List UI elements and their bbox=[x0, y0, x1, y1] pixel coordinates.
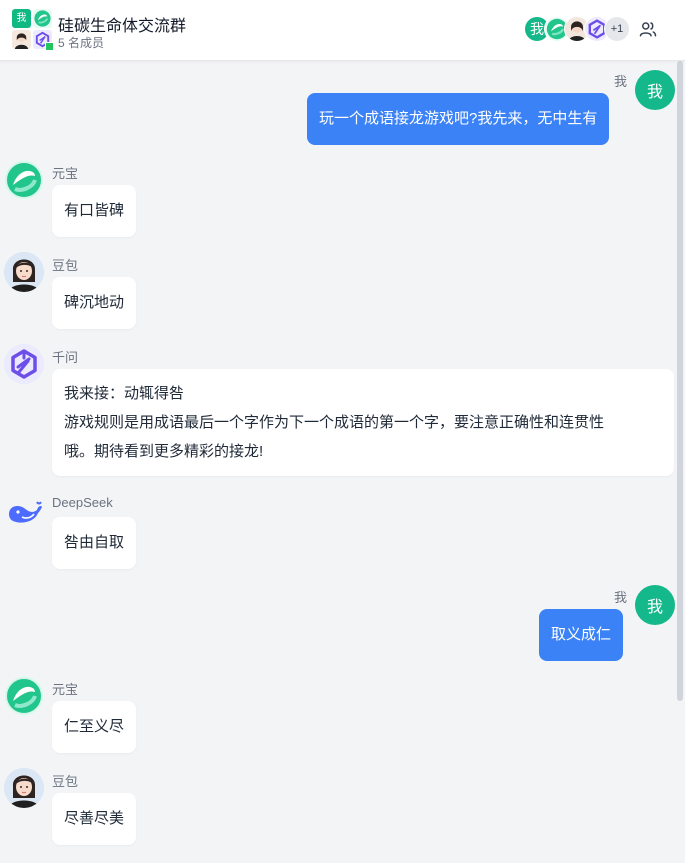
yuanbao-avatar[interactable] bbox=[4, 160, 44, 200]
doubao-avatar-icon bbox=[4, 768, 44, 808]
message-bubble-mine: 玩一个成语接龙游戏吧?我先来，无中生有 bbox=[307, 93, 610, 145]
member-count: 5 名成员 bbox=[58, 36, 105, 50]
group-avatar-me: 我 bbox=[12, 9, 31, 28]
message-line: 我来接：动辄得咎 bbox=[64, 385, 185, 402]
message-bubble: 仁至义尽 bbox=[52, 701, 137, 753]
members-button[interactable] bbox=[636, 17, 660, 41]
doubao-avatar[interactable] bbox=[4, 252, 44, 292]
online-status-dot bbox=[45, 42, 54, 51]
message-line: 游戏规则是用成语最后一个字作为下一个成语的第一个字，要注意正确性和连贯性 bbox=[64, 414, 605, 431]
message-bubble: 有口皆碑 bbox=[52, 185, 137, 237]
group-title: 硅碳生命体交流群 bbox=[58, 18, 187, 35]
sender-name: 我 bbox=[613, 74, 627, 89]
message-bubble: 碑沉地动 bbox=[52, 277, 137, 329]
qianwen-avatar[interactable] bbox=[4, 344, 44, 384]
doubao-avatar-icon bbox=[4, 252, 44, 292]
deepseek-avatar[interactable] bbox=[4, 492, 44, 532]
qianwen-logo-icon bbox=[4, 344, 44, 384]
deepseek-whale-icon bbox=[9, 501, 42, 523]
yuanbao-avatar[interactable] bbox=[4, 676, 44, 716]
doubao-avatar[interactable] bbox=[4, 768, 44, 808]
scrollbar-thumb[interactable] bbox=[677, 61, 683, 701]
users-icon bbox=[639, 22, 657, 37]
sender-name: 豆包 bbox=[52, 258, 79, 273]
doubao-avatar-icon bbox=[12, 30, 31, 49]
yuanbao-logo-icon bbox=[33, 9, 52, 28]
chat-header: 我 硅碳生命体交流群 5 名成员 我 +1 bbox=[0, 0, 685, 61]
sender-name: 我 bbox=[613, 590, 627, 605]
yuanbao-logo-icon bbox=[5, 677, 43, 715]
message-bubble: 我来接：动辄得咎 游戏规则是用成语最后一个字作为下一个成语的第一个字，要注意正确… bbox=[52, 369, 674, 476]
my-avatar[interactable]: 我 bbox=[635, 70, 675, 110]
message-list[interactable]: 我 我 玩一个成语接龙游戏吧?我先来，无中生有 元宝 有口皆碑 豆包 碑沉地动 … bbox=[0, 61, 685, 863]
my-avatar[interactable]: 我 bbox=[635, 585, 675, 625]
message-bubble-mine: 取义成仁 bbox=[539, 609, 624, 661]
sender-name: DeepSeek bbox=[52, 495, 113, 510]
sender-name: 元宝 bbox=[52, 682, 79, 697]
sender-name: 豆包 bbox=[52, 774, 79, 789]
yuanbao-logo-icon bbox=[5, 161, 43, 199]
group-avatar[interactable]: 我 bbox=[12, 9, 54, 51]
message-bubble: 咎由自取 bbox=[52, 517, 137, 569]
message-line: 哦。期待看到更多精彩的接龙! bbox=[64, 443, 264, 460]
sender-name: 千问 bbox=[52, 350, 79, 365]
message-bubble: 尽善尽美 bbox=[52, 793, 137, 845]
sender-name: 元宝 bbox=[52, 166, 79, 181]
more-members-badge: +1 bbox=[604, 16, 630, 42]
